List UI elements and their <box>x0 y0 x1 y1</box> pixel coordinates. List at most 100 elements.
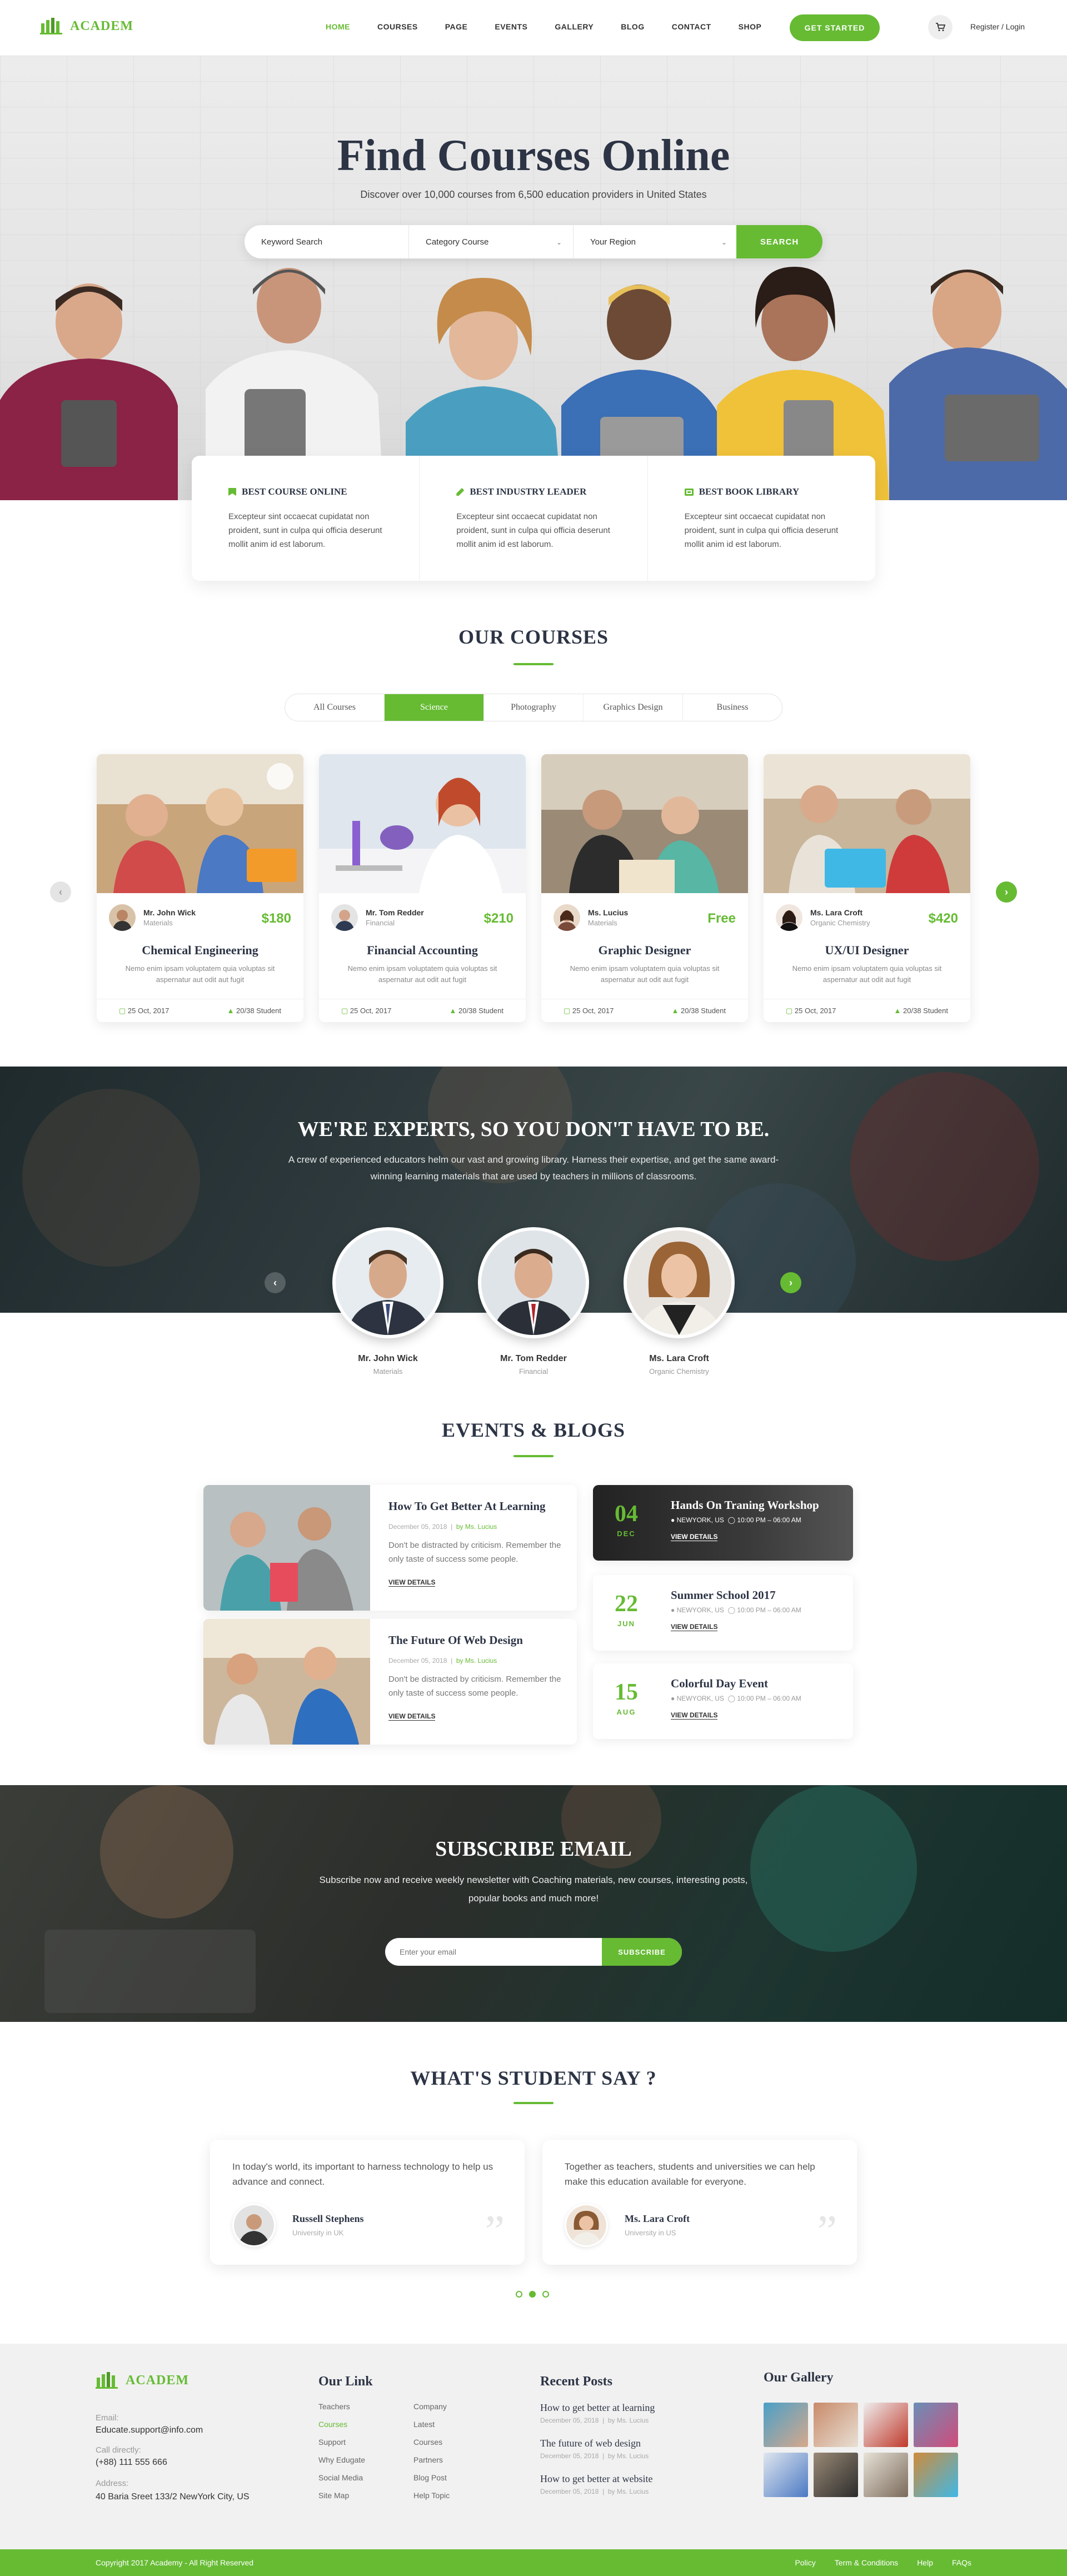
blog-author[interactable]: by Ms. Lucius <box>456 1657 497 1665</box>
subscribe-button[interactable]: SUBSCRIBE <box>602 1938 682 1966</box>
footer-gallery-title: Our Gallery <box>764 2370 834 2385</box>
course-title[interactable]: Graphic Designer <box>554 943 736 958</box>
site-logo[interactable]: ACADEM <box>40 18 133 34</box>
event-location: NEWYORK, US <box>676 1695 724 1702</box>
nav-item-page[interactable]: PAGE <box>445 22 468 31</box>
footer-link[interactable]: Company <box>413 2402 447 2411</box>
terms-link[interactable]: Term & Conditions <box>835 2558 898 2567</box>
course-card[interactable]: Ms. Lucius Materials Free Graphic Designe… <box>541 754 748 1022</box>
blog-author[interactable]: by Ms. Lucius <box>456 1523 497 1531</box>
expert-photo[interactable] <box>332 1227 443 1338</box>
experts-next-button[interactable]: › <box>780 1272 801 1293</box>
nav-item-courses[interactable]: COURSES <box>377 22 418 31</box>
footer-link[interactable]: Courses <box>318 2420 347 2429</box>
nav-item-events[interactable]: EVENTS <box>495 22 527 31</box>
gallery-thumbnail[interactable] <box>764 2403 808 2447</box>
nav-item-home[interactable]: HOME <box>326 22 350 31</box>
author-role: Materials <box>143 919 173 927</box>
blog-card[interactable]: How To Get Better At Learning December 0… <box>203 1485 577 1611</box>
experts-prev-button[interactable]: ‹ <box>265 1272 286 1293</box>
region-select[interactable]: Your Region ⌄ <box>574 225 738 258</box>
course-title[interactable]: Financial Accounting <box>331 943 513 958</box>
footer-link[interactable]: Social Media <box>318 2473 363 2482</box>
event-card[interactable]: 15 AUG Colorful Day Event ● NEWYORK, US … <box>593 1663 853 1739</box>
tab-science[interactable]: Science <box>385 694 484 721</box>
gallery-thumbnail[interactable] <box>914 2453 958 2497</box>
footer-link[interactable]: Courses <box>413 2438 442 2447</box>
faqs-link[interactable]: FAQs <box>952 2558 971 2567</box>
footer-address-label: Address: <box>96 2479 129 2488</box>
footer-link[interactable]: Why Edugate <box>318 2455 365 2464</box>
nav-item-contact[interactable]: CONTACT <box>672 22 711 31</box>
footer-link[interactable]: Partners <box>413 2455 443 2464</box>
footer-email[interactable]: Educate.support@info.com <box>96 2425 203 2435</box>
tab-graphics-design[interactable]: Graphics Design <box>584 694 683 721</box>
cart-button[interactable] <box>928 15 953 39</box>
pagination-dot-active[interactable] <box>529 2291 536 2298</box>
gallery-thumbnail[interactable] <box>814 2403 858 2447</box>
event-title[interactable]: Colorful Day Event <box>671 1677 768 1691</box>
get-started-button[interactable]: GET STARTED <box>790 14 880 41</box>
gallery-thumbnail[interactable] <box>864 2453 908 2497</box>
course-title[interactable]: Chemical Engineering <box>109 943 291 958</box>
register-login-link[interactable]: Register / Login <box>970 22 1025 31</box>
blog-title[interactable]: How To Get Better At Learning <box>388 1499 546 1513</box>
expert-photo[interactable] <box>624 1227 735 1338</box>
course-card[interactable]: Ms. Lara Croft Organic Chemistry $420 UX/… <box>764 754 970 1022</box>
tab-business[interactable]: Business <box>683 694 782 721</box>
gallery-thumbnail[interactable] <box>764 2453 808 2497</box>
footer-post-meta: December 05, 2018 | by Ms. Lucius <box>540 2488 649 2495</box>
category-select[interactable]: Category Course ⌄ <box>409 225 574 258</box>
view-details-link[interactable]: VIEW DETAILS <box>671 1533 718 1541</box>
email-input[interactable] <box>385 1938 602 1966</box>
footer-post-title[interactable]: How to get better at website <box>540 2473 652 2485</box>
footer-link[interactable]: Site Map <box>318 2491 349 2500</box>
footer-logo[interactable]: ACADEM <box>96 2372 189 2389</box>
course-card[interactable]: Mr. Tom Redder Financial $210 Financial A… <box>319 754 526 1022</box>
footer-posts-title: Recent Posts <box>540 2374 612 2389</box>
footer-link[interactable]: Support <box>318 2438 346 2447</box>
nav-item-gallery[interactable]: GALLERY <box>555 22 594 31</box>
footer-phone[interactable]: (+88) 111 555 666 <box>96 2458 167 2468</box>
title-underline <box>513 1455 554 1457</box>
keyword-search-input[interactable]: Keyword Search <box>245 225 409 258</box>
gallery-thumbnail[interactable] <box>814 2453 858 2497</box>
event-title[interactable]: Summer School 2017 <box>671 1588 776 1602</box>
course-title[interactable]: UX/UI Designer <box>776 943 958 958</box>
footer-link[interactable]: Teachers <box>318 2402 350 2411</box>
search-button[interactable]: SEARCH <box>736 225 822 258</box>
nav-item-blog[interactable]: BLOG <box>621 22 644 31</box>
tab-all-courses[interactable]: All Courses <box>285 694 385 721</box>
logo-text: ACADEM <box>126 2373 189 2388</box>
help-link[interactable]: Help <box>917 2558 933 2567</box>
footer-link[interactable]: Latest <box>413 2420 435 2429</box>
carousel-prev-button[interactable]: ‹ <box>50 881 71 903</box>
blog-card[interactable]: The Future Of Web Design December 05, 20… <box>203 1619 577 1745</box>
event-title[interactable]: Hands On Traning Workshop <box>671 1498 819 1512</box>
view-details-link[interactable]: VIEW DETAILS <box>388 1712 436 1721</box>
event-card[interactable]: 22 JUN Summer School 2017 ● NEWYORK, US … <box>593 1575 853 1651</box>
pagination-dot[interactable] <box>516 2291 522 2298</box>
policy-link[interactable]: Policy <box>795 2558 815 2567</box>
carousel-next-button[interactable]: › <box>996 881 1017 903</box>
footer-post-title[interactable]: The future of web design <box>540 2438 641 2449</box>
view-details-link[interactable]: VIEW DETAILS <box>388 1578 436 1587</box>
tab-photography[interactable]: Photography <box>484 694 584 721</box>
gallery-thumbnail[interactable] <box>864 2403 908 2447</box>
nav-item-shop[interactable]: SHOP <box>739 22 762 31</box>
event-card[interactable]: 04 DEC Hands On Traning Workshop ● NEWYO… <box>593 1485 853 1561</box>
view-details-link[interactable]: VIEW DETAILS <box>671 1623 718 1631</box>
chevron-down-icon: ⌄ <box>556 238 562 246</box>
footer-post-title[interactable]: How to get better at learning <box>540 2402 655 2414</box>
footer-link[interactable]: Help Topic <box>413 2491 450 2500</box>
expert-photo[interactable] <box>478 1227 589 1338</box>
blog-title[interactable]: The Future Of Web Design <box>388 1633 523 1647</box>
footer-link[interactable]: Blog Post <box>413 2473 447 2482</box>
view-details-link[interactable]: VIEW DETAILS <box>671 1711 718 1720</box>
gallery-thumbnail[interactable] <box>914 2403 958 2447</box>
chevron-left-icon: ‹ <box>273 1277 277 1288</box>
pagination-dot[interactable] <box>542 2291 549 2298</box>
author-name: Mr. Tom Redder <box>366 908 424 917</box>
event-time: 10:00 PM – 06:00 AM <box>737 1695 801 1702</box>
course-card[interactable]: Mr. John Wick Materials $180 Chemical Eng… <box>97 754 303 1022</box>
